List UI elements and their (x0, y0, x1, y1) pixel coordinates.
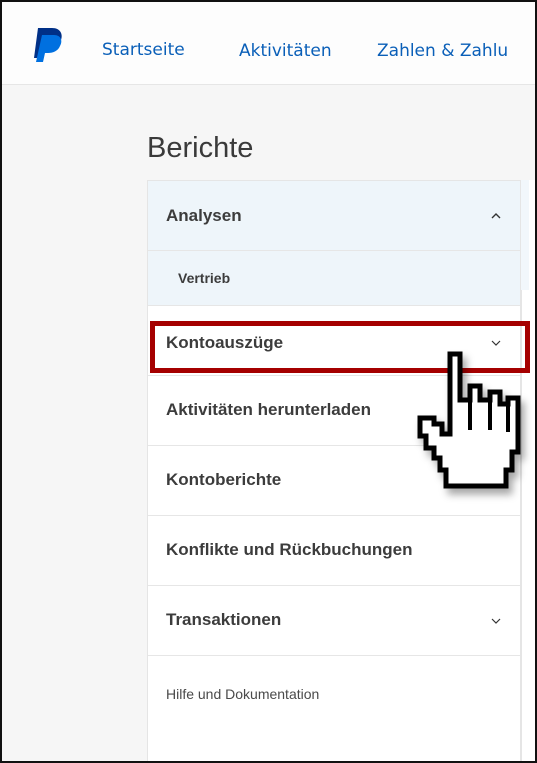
chevron-down-icon (491, 618, 501, 624)
nav-link-startseite[interactable]: Startseite (102, 40, 185, 60)
sidebar-item-transaktionen[interactable]: Transaktionen (148, 586, 520, 656)
nav-link-aktivitaeten[interactable]: Aktivitäten (239, 41, 332, 61)
browser-frame: Startseite Aktivitäten Zahlen & Zahlu Be… (0, 0, 537, 763)
nav-link-zahlen[interactable]: Zahlen & Zahlu (377, 41, 508, 61)
report-panel-tab (521, 180, 529, 290)
sidebar-item-label: Aktivitäten herunterladen (166, 400, 371, 419)
hand-pointer-icon (417, 351, 521, 489)
top-navigation-bar: Startseite Aktivitäten Zahlen & Zahlu (2, 2, 535, 85)
sidebar-item-label: Kontoberichte (166, 470, 282, 489)
sidebar-subitem-vertrieb[interactable]: Vertrieb (148, 251, 520, 306)
paypal-logo-icon[interactable] (28, 24, 68, 64)
sidebar-item-label: Vertrieb (178, 270, 231, 286)
page-title: Berichte (147, 132, 254, 164)
sidebar-item-label: Konflikte und Rückbuchungen (166, 540, 413, 559)
sidebar-item-label: Hilfe und Dokumentation (166, 686, 320, 702)
sidebar-item-label: Analysen (166, 206, 242, 225)
sidebar-item-analysen[interactable]: Analysen (148, 181, 520, 251)
sidebar-item-hilfe[interactable]: Hilfe und Dokumentation (148, 656, 520, 736)
sidebar-item-label: Transaktionen (166, 610, 282, 629)
chevron-up-icon (491, 213, 501, 219)
